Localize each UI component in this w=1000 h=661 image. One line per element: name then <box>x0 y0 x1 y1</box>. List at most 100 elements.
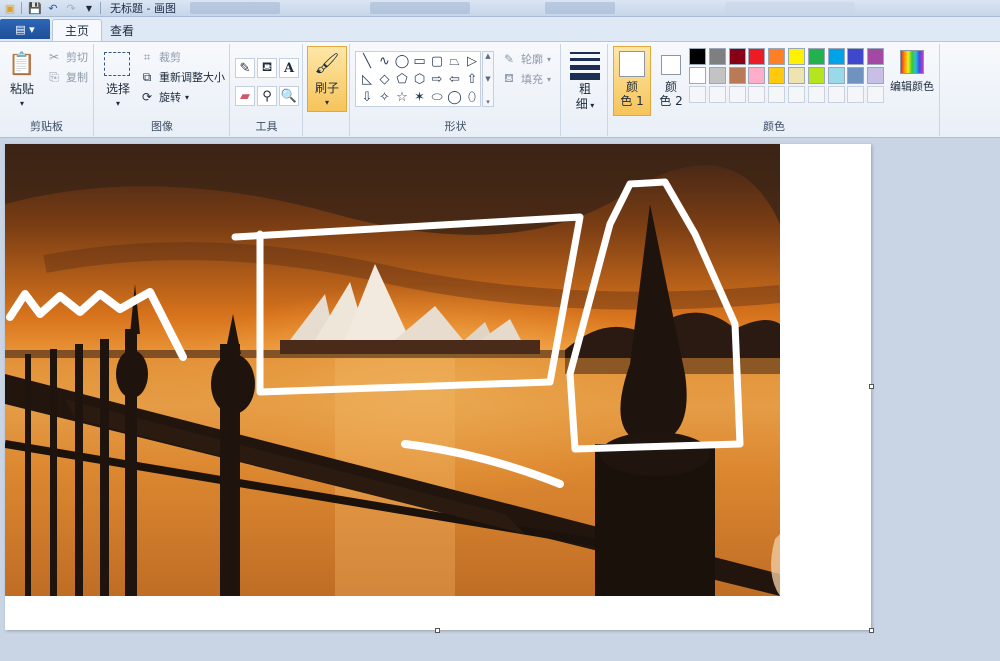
custom-color-swatch[interactable] <box>689 86 706 103</box>
cut-button[interactable]: ✂ 剪切 <box>46 48 88 66</box>
custom-color-swatch[interactable] <box>708 86 726 103</box>
palette-swatch[interactable] <box>847 67 865 84</box>
fill-icon[interactable]: ⛾ <box>257 58 277 78</box>
palette-swatch[interactable] <box>768 67 786 84</box>
image-group: 选择 ▾ ⌗ 裁剪 ⧉ 重新调整大小 ⟳ 旋转 ▾ 图像 <box>95 44 230 136</box>
shape-item[interactable]: ◯ <box>393 53 411 70</box>
pencil-icon[interactable]: ✎ <box>235 58 255 78</box>
select-dropdown-icon[interactable]: ▾ <box>101 96 135 111</box>
size-button[interactable]: 细 ▾ <box>566 97 604 113</box>
shape-item[interactable]: ◇ <box>376 71 394 88</box>
copy-button[interactable]: ⎘ 复制 <box>46 68 88 86</box>
tab-view[interactable]: 查看 <box>98 19 146 41</box>
shape-item[interactable]: ◺ <box>358 71 376 88</box>
shape-item[interactable]: ✶ <box>411 89 429 106</box>
palette-swatch[interactable] <box>689 67 706 84</box>
resize-handle-corner[interactable] <box>869 628 874 633</box>
select-icon[interactable] <box>104 52 130 76</box>
shape-item[interactable]: ✧ <box>376 89 394 106</box>
palette-swatch[interactable] <box>788 48 805 65</box>
shape-item[interactable]: ⬡ <box>411 71 429 88</box>
text-icon[interactable]: A <box>279 58 299 78</box>
paste-icon[interactable]: 📋 <box>8 50 35 78</box>
crop-button[interactable]: ⌗ 裁剪 <box>139 48 181 66</box>
shape-item[interactable]: ▭ <box>411 53 429 70</box>
select-button[interactable]: 选择 <box>101 82 135 97</box>
palette-swatch[interactable] <box>827 67 845 84</box>
palette-swatch[interactable] <box>807 67 825 84</box>
shape-item[interactable]: ⬭ <box>428 89 446 106</box>
shape-item[interactable]: ⬯ <box>463 89 481 106</box>
color-picker-icon[interactable]: ⚲ <box>257 86 277 106</box>
custom-color-swatch[interactable] <box>847 86 865 103</box>
rotate-dropdown-icon: ▾ <box>185 92 190 102</box>
shape-item[interactable]: ⇧ <box>463 71 481 88</box>
magnifier-icon[interactable]: 🔍 <box>279 86 299 106</box>
shape-item[interactable]: ╲ <box>358 53 376 70</box>
palette-swatch[interactable] <box>748 48 766 65</box>
palette-swatch[interactable] <box>708 48 726 65</box>
palette-swatch[interactable] <box>689 48 706 65</box>
line-size-icon[interactable] <box>570 50 600 80</box>
shapes-expand-icon[interactable]: ▾ <box>486 98 490 106</box>
palette-swatch[interactable] <box>867 48 885 65</box>
file-menu-button[interactable]: ▤ ▾ <box>0 19 50 39</box>
shape-item[interactable]: ⇨ <box>428 71 446 88</box>
color-2-button[interactable]: 颜 色 2 <box>653 46 689 116</box>
paste-button[interactable]: 粘贴 <box>6 82 38 97</box>
shape-item[interactable]: ⬠ <box>393 71 411 88</box>
palette-swatch[interactable] <box>807 48 825 65</box>
paint-app-icon[interactable]: ▣ <box>2 1 18 15</box>
custom-color-swatch[interactable] <box>768 86 786 103</box>
redo-icon[interactable]: ↷ <box>63 1 79 15</box>
scroll-up-icon[interactable]: ▲ <box>485 52 490 60</box>
palette-swatch[interactable] <box>728 48 746 65</box>
palette-swatch[interactable] <box>748 67 766 84</box>
custom-color-swatch[interactable] <box>807 86 825 103</box>
resize-button[interactable]: ⧉ 重新调整大小 <box>139 68 225 86</box>
drawing-canvas[interactable] <box>5 144 874 633</box>
custom-color-swatch[interactable] <box>748 86 766 103</box>
palette-swatch[interactable] <box>768 48 786 65</box>
scroll-down-icon[interactable]: ▼ <box>485 75 490 83</box>
shape-item[interactable]: ☆ <box>393 89 411 106</box>
save-icon[interactable]: 💾 <box>27 1 43 15</box>
color-1-button[interactable]: 颜 色 1 <box>613 46 651 116</box>
custom-color-swatch[interactable] <box>728 86 746 103</box>
palette-swatch[interactable] <box>827 48 845 65</box>
edit-colors-button[interactable]: 编辑颜色 <box>887 48 937 108</box>
palette-swatch[interactable] <box>867 67 885 84</box>
paste-dropdown-icon[interactable]: ▾ <box>6 96 38 111</box>
customize-quick-access-icon[interactable]: ▼ <box>81 1 97 15</box>
shape-item[interactable]: ∿ <box>376 53 394 70</box>
color-2-swatch <box>661 55 681 75</box>
shapes-gallery[interactable]: ╲ ∿ ◯ ▭ ▢ ⏢ ▷ ◺ ◇ ⬠ ⬡ ⇨ ⇦ ⇧ ⇩ ✧ ☆ ✶ ⬭ ◯ ⬯ <box>355 51 481 107</box>
rotate-button[interactable]: ⟳ 旋转 ▾ <box>139 88 189 106</box>
shapes-scroll[interactable]: ▲ ▼ ▾ <box>482 51 494 107</box>
custom-color-swatch[interactable] <box>827 86 845 103</box>
shape-item[interactable]: ◯ <box>446 89 464 106</box>
shape-item[interactable]: ▢ <box>428 53 446 70</box>
shape-item[interactable]: ⇩ <box>358 89 376 106</box>
canvas-image[interactable] <box>5 144 780 596</box>
palette-swatch[interactable] <box>728 67 746 84</box>
brush-button[interactable]: 🖌 刷子 ▾ <box>307 46 347 112</box>
resize-handle-right[interactable] <box>869 384 874 389</box>
shape-item[interactable]: ▷ <box>463 53 481 70</box>
custom-color-swatch[interactable] <box>867 86 885 103</box>
custom-color-swatch[interactable] <box>788 86 805 103</box>
resize-handle-bottom[interactable] <box>435 628 440 633</box>
eraser-icon[interactable]: ▰ <box>235 86 255 106</box>
tab-home[interactable]: 主页 <box>52 19 103 41</box>
palette-swatch[interactable] <box>788 67 805 84</box>
outline-button[interactable]: ✎ 轮廓 ▾ <box>501 50 551 68</box>
color-2-label-top: 颜 <box>664 80 677 94</box>
shape-item[interactable]: ⇦ <box>446 71 464 88</box>
ribbon-tab-row: ▤ ▾ 主页 查看 <box>0 17 1000 41</box>
undo-icon[interactable]: ↶ <box>45 1 61 15</box>
shape-item[interactable]: ⏢ <box>446 53 464 70</box>
fill-button[interactable]: ⛾ 填充 ▾ <box>501 70 551 88</box>
palette-swatch[interactable] <box>847 48 865 65</box>
palette-swatch[interactable] <box>708 67 726 84</box>
size-label-top[interactable]: 粗 <box>568 82 602 97</box>
